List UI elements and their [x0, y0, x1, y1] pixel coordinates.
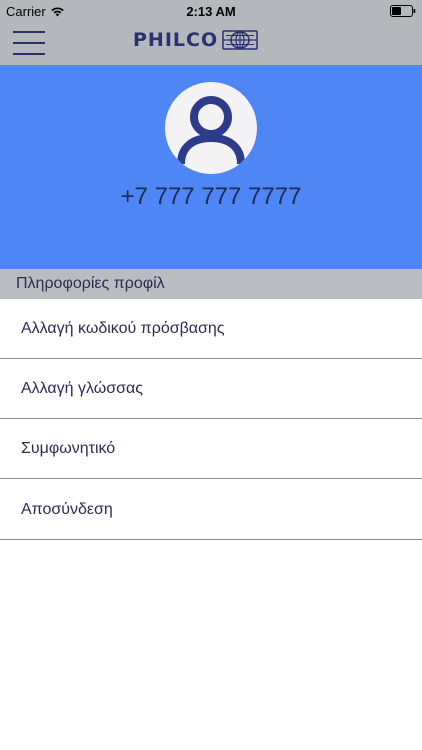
- menu-item-logout[interactable]: Αποσύνδεση: [0, 479, 422, 540]
- section-header-profile-info: Πληροφορίες προφίλ: [0, 269, 422, 299]
- menu-item-change-password[interactable]: Αλλαγή κωδικού πρόσβασης: [0, 299, 422, 359]
- profile-menu-list: Αλλαγή κωδικού πρόσβασης Αλλαγή γλώσσας …: [0, 299, 422, 540]
- menu-item-change-language[interactable]: Αλλαγή γλώσσας: [0, 359, 422, 419]
- profile-header: +7 777 777 7777: [0, 65, 422, 269]
- menu-item-agreement[interactable]: Συμφωνητικό: [0, 419, 422, 479]
- globe-icon: [222, 30, 258, 50]
- top-bar: Carrier 2:13 AM PHILCO: [0, 0, 422, 65]
- battery-icon: [390, 5, 416, 17]
- philco-logo: PHILCO: [133, 29, 258, 51]
- user-avatar-icon: [177, 96, 245, 165]
- menu-line: [13, 53, 45, 55]
- menu-line: [13, 42, 45, 44]
- status-time: 2:13 AM: [186, 4, 236, 19]
- logo-text: PHILCO: [133, 29, 219, 51]
- hamburger-menu-button[interactable]: [13, 31, 47, 55]
- avatar[interactable]: [165, 82, 257, 174]
- status-bar: Carrier 2:13 AM: [0, 0, 422, 22]
- menu-line: [13, 31, 45, 33]
- phone-number: +7 777 777 7777: [120, 183, 302, 210]
